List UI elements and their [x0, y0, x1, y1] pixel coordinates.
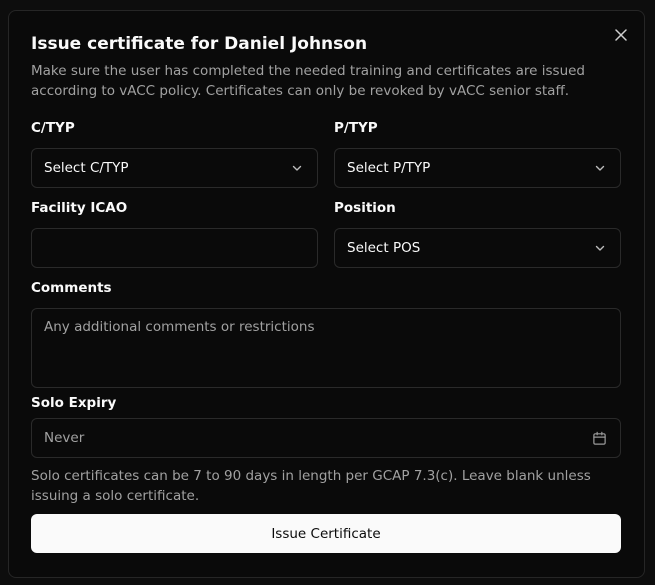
issue-certificate-dialog: Issue certificate for Daniel Johnson Mak…: [8, 10, 645, 578]
position-select-value: Select POS: [347, 240, 421, 256]
ptyp-label: P/TYP: [334, 120, 378, 136]
solo-help-text: Solo certificates can be 7 to 90 days in…: [31, 468, 591, 504]
comments-textarea[interactable]: Any additional comments or restrictions: [31, 308, 621, 388]
solo-expiry-label: Solo Expiry: [31, 395, 117, 411]
chevron-down-icon: [291, 161, 305, 175]
ctyp-select-value: Select C/TYP: [44, 160, 129, 176]
close-button[interactable]: [613, 27, 629, 43]
ctyp-select[interactable]: Select C/TYP: [31, 148, 318, 188]
issue-certificate-button[interactable]: Issue Certificate: [31, 514, 621, 553]
position-label: Position: [334, 200, 396, 216]
chevron-down-icon: [594, 241, 608, 255]
calendar-icon: [592, 430, 608, 446]
solo-expiry-datepicker[interactable]: Never: [31, 418, 621, 458]
facility-icao-input[interactable]: [31, 228, 318, 268]
ctyp-label: C/TYP: [31, 120, 75, 136]
ptyp-select-value: Select P/TYP: [347, 160, 431, 176]
position-select[interactable]: Select POS: [334, 228, 621, 268]
solo-expiry-value: Never: [44, 430, 85, 446]
chevron-down-icon: [594, 161, 608, 175]
dialog-description: Make sure the user has completed the nee…: [31, 63, 585, 99]
dialog-title: Issue certificate for Daniel Johnson: [31, 34, 368, 54]
close-icon: [615, 29, 627, 41]
facility-icao-label: Facility ICAO: [31, 200, 128, 216]
ptyp-select[interactable]: Select P/TYP: [334, 148, 621, 188]
comments-placeholder: Any additional comments or restrictions: [44, 319, 315, 335]
comments-label: Comments: [31, 280, 112, 296]
